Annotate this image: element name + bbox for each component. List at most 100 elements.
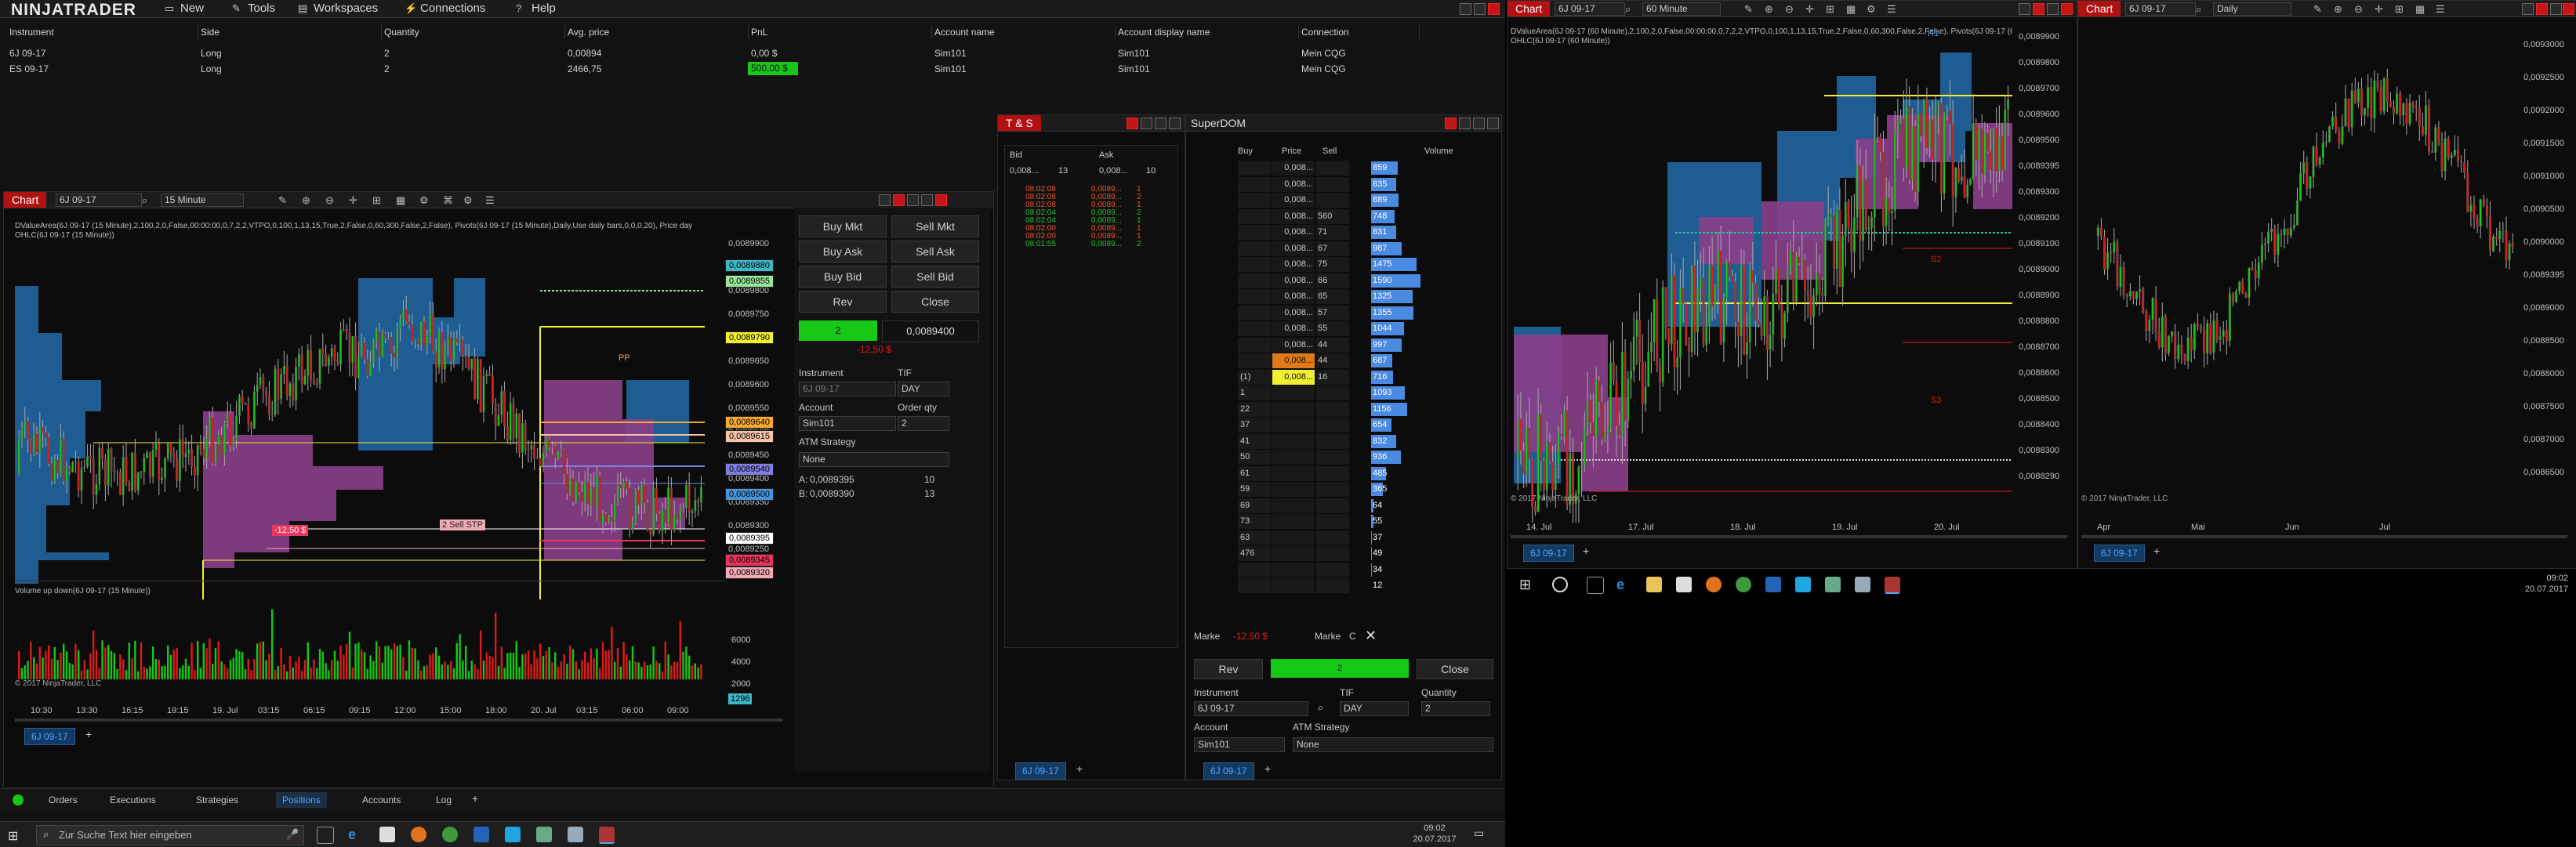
- notepad-icon[interactable]: [1855, 577, 1870, 592]
- menu-connections[interactable]: ⚡ Connections: [405, 0, 485, 17]
- minimize-button[interactable]: [2522, 3, 2534, 15]
- minimize-button[interactable]: [879, 194, 891, 206]
- col-pnl[interactable]: PnL: [748, 25, 932, 39]
- maximize-button[interactable]: [2047, 3, 2059, 15]
- zoom-in-icon[interactable]: ⊕: [302, 194, 310, 207]
- close-button[interactable]: [1487, 118, 1499, 129]
- marke-right-label[interactable]: Marke: [1315, 631, 1341, 642]
- notification-icon[interactable]: ▭: [1474, 827, 1484, 840]
- add-tab-icon[interactable]: +: [1583, 545, 1589, 557]
- taskbar-search[interactable]: ⌕ Zur Suche Text hier eingeben 🎤: [36, 825, 304, 845]
- explorer-icon[interactable]: [1646, 577, 1662, 592]
- order-qty-stepper[interactable]: 2: [898, 416, 949, 431]
- price-plot-60min[interactable]: [1511, 21, 2012, 523]
- sell-market-button[interactable]: Sell Mkt: [891, 215, 979, 237]
- pencil-icon[interactable]: ✎: [2313, 3, 2322, 16]
- close-position-button[interactable]: Close: [1417, 659, 1493, 679]
- add-tab-icon[interactable]: +: [2153, 545, 2160, 557]
- ninjatrader-icon[interactable]: [599, 827, 615, 844]
- ninjatrader-icon[interactable]: [1885, 577, 1900, 594]
- add-tab-icon[interactable]: +: [1076, 762, 1083, 775]
- minimize-button[interactable]: [2019, 3, 2030, 15]
- minimize-button[interactable]: [1459, 118, 1471, 129]
- account-select[interactable]: Sim101: [799, 416, 896, 431]
- task-view-icon[interactable]: [1587, 577, 1604, 594]
- network-icon[interactable]: [536, 827, 552, 842]
- strategies-icon[interactable]: ⌘: [443, 194, 453, 207]
- instrument-selector[interactable]: 6J 09-17: [56, 194, 142, 207]
- menu-workspaces[interactable]: ▤ Workspaces: [298, 0, 378, 17]
- bottom-tab-strategies[interactable]: Strategies: [190, 792, 245, 808]
- maximize-button[interactable]: [1155, 118, 1166, 129]
- close-button[interactable]: [1488, 3, 1500, 15]
- zoom-out-icon[interactable]: ⊖: [1785, 3, 1794, 16]
- taskbar2-time[interactable]: 09:02: [2521, 574, 2568, 583]
- grid-icon[interactable]: ⊞: [372, 194, 381, 207]
- zoom-in-icon[interactable]: ⊕: [2334, 3, 2342, 16]
- indicators-icon[interactable]: ⚙: [419, 194, 429, 207]
- close-window-button[interactable]: [935, 194, 947, 206]
- instrument-selector[interactable]: 6J 09-17: [1555, 2, 1625, 16]
- maximize-button[interactable]: [2550, 3, 2562, 15]
- indicators-icon[interactable]: ⚙: [1867, 3, 1876, 16]
- dom-account-select[interactable]: Sim101: [1194, 737, 1285, 752]
- dom-ladder[interactable]: 0,008... 859 0,008... 835 0,008... 889 0,008..…: [1238, 161, 1504, 599]
- skype-icon[interactable]: [505, 827, 521, 842]
- maximize-button[interactable]: [1473, 118, 1485, 129]
- list-icon[interactable]: ☰: [485, 194, 495, 207]
- minimize-button[interactable]: [1141, 118, 1152, 129]
- maximize-button[interactable]: [921, 194, 933, 206]
- edge-icon[interactable]: e: [1616, 577, 1632, 592]
- properties-icon[interactable]: ▦: [396, 194, 405, 207]
- link-button[interactable]: [1445, 118, 1457, 129]
- properties-icon[interactable]: ▦: [1846, 3, 1856, 16]
- network-icon[interactable]: [1825, 577, 1841, 592]
- zoom-out-icon[interactable]: ⊖: [2354, 3, 2363, 16]
- bottom-tab-orders[interactable]: Orders: [42, 792, 84, 808]
- link-button[interactable]: [1127, 118, 1138, 129]
- teamviewer-icon[interactable]: [473, 827, 489, 842]
- time-axis[interactable]: 14. Jul 17. Jul 18. Jul 19. Jul 20. Jul: [1511, 523, 2012, 534]
- menu-help[interactable]: ? Help: [516, 0, 556, 17]
- instrument-chip[interactable]: 6J 09-17: [1523, 545, 1574, 562]
- bottom-tab-positions[interactable]: Positions: [276, 792, 327, 808]
- col-connection[interactable]: Connection: [1298, 25, 1420, 39]
- interval-selector[interactable]: Daily: [2213, 2, 2291, 16]
- time-axis[interactable]: 10:30 13:30 16:15 19:15 19. Jul 03:15 06:15 09:…: [15, 706, 736, 717]
- sell-stop-order[interactable]: 2 Sell STP: [440, 519, 485, 530]
- chrome-icon[interactable]: [442, 827, 458, 842]
- search-icon[interactable]: ⌕: [1625, 3, 1631, 16]
- taskbar-time[interactable]: 09:02: [1411, 823, 1458, 833]
- close-window-button[interactable]: [2061, 3, 2073, 15]
- instrument-chip[interactable]: 6J 09-17: [2094, 545, 2145, 562]
- dom-atm-select[interactable]: None: [1293, 737, 1493, 752]
- close-window-button[interactable]: [2563, 3, 2574, 15]
- store-icon[interactable]: [379, 827, 395, 842]
- chart-tab[interactable]: Chart: [4, 192, 47, 208]
- grid-icon[interactable]: ⊞: [1826, 3, 1834, 16]
- price-axis[interactable]: 0,0089900 0,0089800 0,0089700 0,0089600 0,00…: [2015, 32, 2075, 502]
- crosshair-icon[interactable]: ✛: [1805, 3, 1814, 16]
- buy-market-button[interactable]: Buy Mkt: [799, 215, 887, 237]
- cortana-icon[interactable]: [1552, 577, 1568, 592]
- sell-bid-button[interactable]: Sell Bid: [891, 266, 979, 288]
- taskbar2-date[interactable]: 20.07.2017: [2521, 585, 2568, 594]
- bottom-tab-accounts[interactable]: Accounts: [356, 792, 407, 808]
- list-icon[interactable]: ☰: [1887, 3, 1896, 16]
- firefox-icon[interactable]: [1706, 577, 1722, 592]
- crosshair-icon[interactable]: ✛: [349, 194, 357, 207]
- close-x-icon[interactable]: ✕: [1365, 628, 1377, 644]
- bottom-tab-executions[interactable]: Executions: [103, 792, 162, 808]
- taskbar-date[interactable]: 20.07.2017: [1411, 834, 1458, 844]
- close-button[interactable]: [2033, 3, 2044, 15]
- sell-ask-button[interactable]: Sell Ask: [891, 241, 979, 262]
- zoom-in-icon[interactable]: ⊕: [1765, 3, 1773, 16]
- col-account-name[interactable]: Account name: [931, 25, 1116, 39]
- interval-selector[interactable]: 60 Minute: [1642, 2, 1721, 16]
- instrument-field[interactable]: 6J 09-17: [799, 382, 896, 396]
- windows-start-icon[interactable]: ⊞: [1519, 577, 1531, 593]
- interval-selector[interactable]: 15 Minute: [161, 194, 244, 207]
- search-icon[interactable]: ⌕: [1318, 701, 1323, 714]
- add-tab-icon[interactable]: +: [472, 792, 478, 805]
- time-axis[interactable]: Apr Mai Jun Jul: [2081, 523, 2520, 534]
